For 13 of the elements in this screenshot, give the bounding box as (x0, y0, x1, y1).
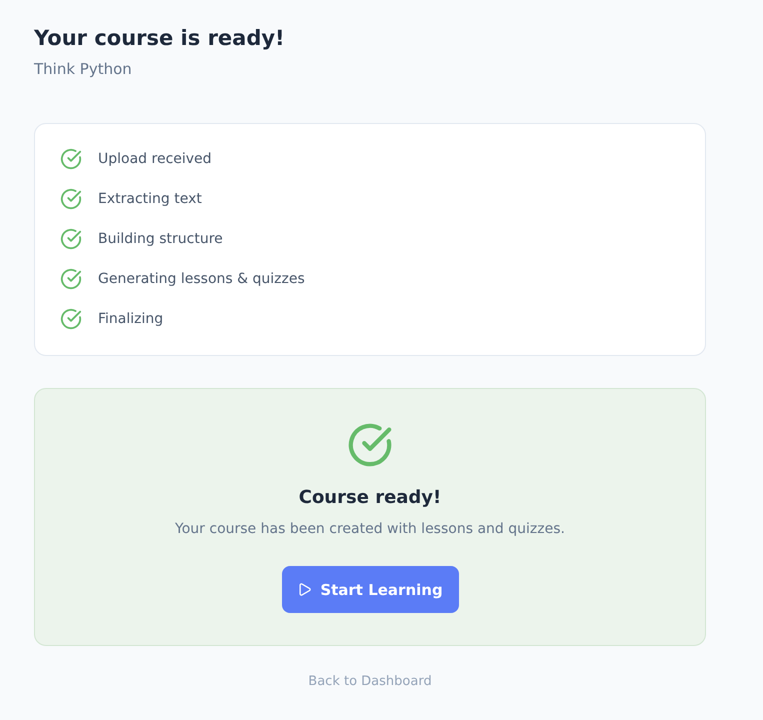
check-circle-icon (347, 422, 393, 468)
step-label: Building structure (98, 231, 223, 247)
success-title: Course ready! (298, 486, 442, 510)
back-to-dashboard-link[interactable]: Back to Dashboard (308, 674, 432, 689)
course-name: Think Python (34, 59, 132, 80)
step-label: Extracting text (98, 191, 202, 207)
start-learning-button[interactable]: Start Learning (282, 566, 458, 613)
play-icon (297, 582, 312, 597)
step-label: Generating lessons & quizzes (98, 271, 305, 287)
page-title: Your course is ready! (34, 25, 286, 52)
success-message: Your course has been created with lessons and quizzes. (175, 520, 565, 539)
step-label: Upload received (98, 151, 212, 167)
step-label: Finalizing (98, 311, 164, 327)
